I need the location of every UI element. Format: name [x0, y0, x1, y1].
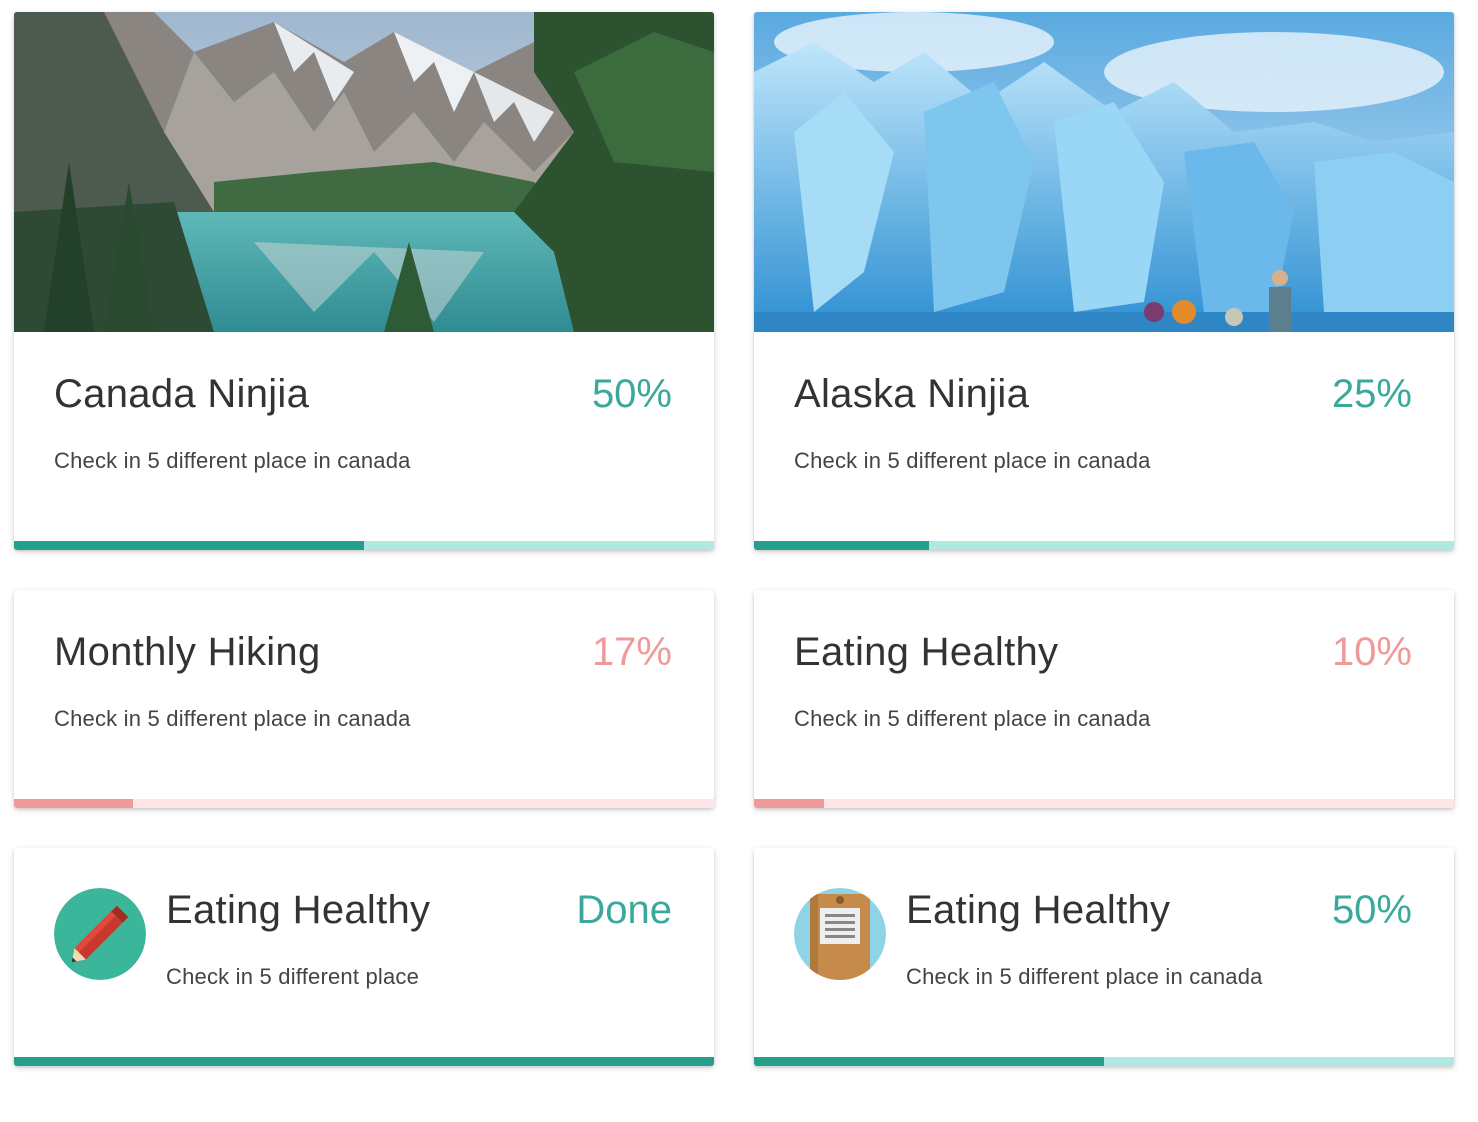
card-title: Eating Healthy — [794, 630, 1059, 674]
progress-bar — [754, 1057, 1454, 1066]
status-done: Done — [576, 888, 672, 932]
mountain-lake-photo — [14, 12, 714, 332]
pencil-icon — [54, 888, 146, 980]
card-title: Eating Healthy — [166, 888, 431, 932]
challenge-card-eating-healthy-done[interactable]: Eating Healthy Done Check in 5 different… — [14, 848, 714, 1066]
progress-fill — [754, 1057, 1104, 1066]
card-title: Alaska Ninjia — [794, 372, 1030, 416]
challenge-card-eating-healthy-2[interactable]: Eating Healthy 50% Check in 5 different … — [754, 848, 1454, 1066]
progress-percent: 17% — [591, 630, 672, 674]
card-description: Check in 5 different place in canada — [794, 706, 1151, 731]
progress-bar — [14, 1057, 714, 1066]
progress-percent: 50% — [591, 372, 672, 416]
progress-fill — [754, 541, 929, 550]
card-description: Check in 5 different place in canada — [54, 448, 411, 473]
progress-fill — [754, 799, 824, 808]
glacier-photo — [754, 12, 1454, 332]
clipboard-icon — [794, 888, 886, 980]
card-description: Check in 5 different place in canada — [906, 964, 1263, 989]
card-description: Check in 5 different place — [166, 964, 420, 989]
challenge-card-eating-healthy[interactable]: Eating Healthy 10% Check in 5 different … — [754, 590, 1454, 808]
progress-fill — [14, 1057, 714, 1066]
progress-percent: 50% — [1331, 888, 1412, 932]
card-description: Check in 5 different place in canada — [794, 448, 1151, 473]
progress-bar — [14, 541, 714, 550]
challenge-card-alaska[interactable]: Alaska Ninjia 25% Check in 5 different p… — [754, 12, 1454, 550]
progress-percent: 25% — [1331, 372, 1412, 416]
progress-fill — [14, 541, 364, 550]
progress-bar — [754, 799, 1454, 808]
progress-fill — [14, 799, 133, 808]
card-title: Canada Ninjia — [54, 372, 310, 416]
progress-percent: 10% — [1331, 630, 1412, 674]
card-title: Monthly Hiking — [54, 630, 321, 674]
progress-bar — [754, 541, 1454, 550]
card-title: Eating Healthy — [906, 888, 1171, 932]
card-description: Check in 5 different place in canada — [54, 706, 411, 731]
progress-bar — [14, 799, 714, 808]
challenge-card-canada[interactable]: Canada Ninjia 50% Check in 5 different p… — [14, 12, 714, 550]
challenge-card-monthly-hiking[interactable]: Monthly Hiking 17% Check in 5 different … — [14, 590, 714, 808]
